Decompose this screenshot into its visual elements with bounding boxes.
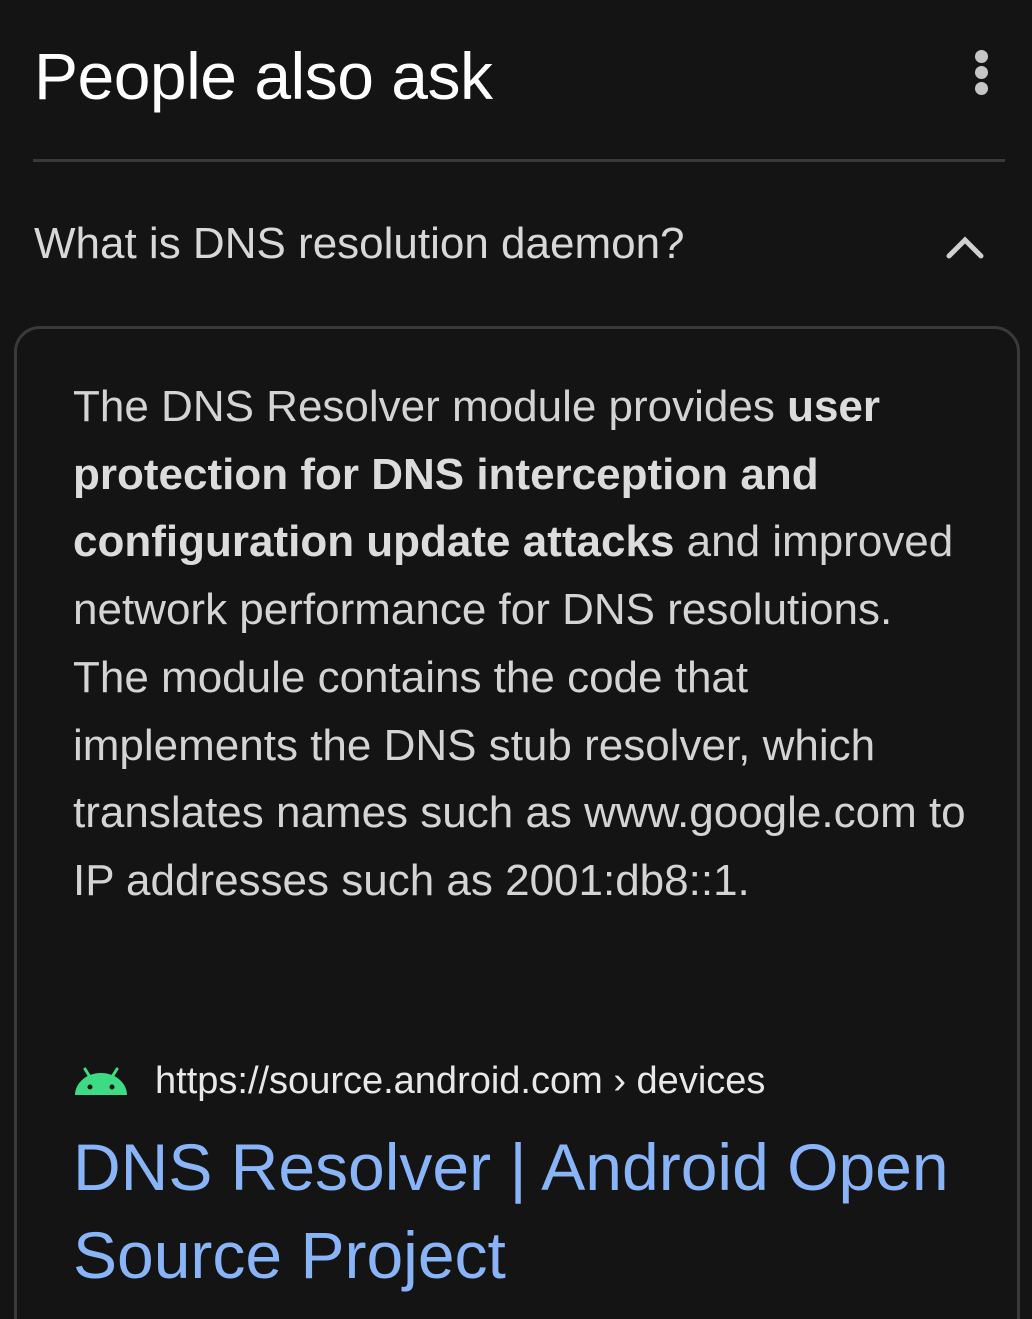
answer-card: The DNS Resolver module provides user pr… bbox=[14, 326, 1020, 1319]
android-icon bbox=[75, 1067, 127, 1095]
answer-text-after: and improved network performance for DNS… bbox=[73, 517, 966, 905]
answer-text-before: The DNS Resolver module provides bbox=[73, 382, 788, 431]
header-divider bbox=[33, 159, 1005, 162]
source-url[interactable]: https://source.android.com › devices bbox=[155, 1057, 765, 1105]
result-title-link[interactable]: DNS Resolver | Android Open Source Proje… bbox=[73, 1123, 993, 1299]
chevron-up-icon bbox=[946, 236, 984, 259]
more-options-button[interactable] bbox=[962, 44, 1002, 100]
more-vert-icon bbox=[975, 50, 988, 63]
panel-title: People also ask bbox=[34, 39, 493, 113]
question-toggle[interactable]: What is DNS resolution daemon? bbox=[34, 198, 1005, 294]
panel-header: People also ask bbox=[34, 36, 1002, 126]
question-text: What is DNS resolution daemon? bbox=[34, 219, 685, 268]
more-vert-icon-dot bbox=[975, 82, 988, 95]
people-also-ask-panel: People also ask What is DNS resolution d… bbox=[0, 0, 1032, 1319]
answer-snippet: The DNS Resolver module provides user pr… bbox=[73, 373, 973, 915]
more-vert-icon-dot bbox=[975, 66, 988, 79]
source-row: https://source.android.com › devices bbox=[73, 1055, 973, 1107]
